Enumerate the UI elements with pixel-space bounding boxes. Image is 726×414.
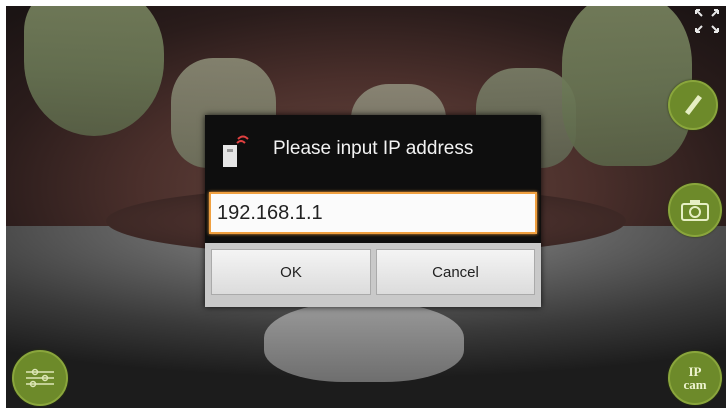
wifi-camera-icon <box>223 135 249 167</box>
ok-button[interactable]: OK <box>211 249 371 295</box>
dialog-button-bar: OK Cancel <box>205 243 541 307</box>
ip-address-input[interactable]: 192.168.1.1 <box>209 192 537 234</box>
dialog-title: Please input IP address <box>273 138 474 159</box>
ip-camera-button[interactable]: IP cam <box>668 351 722 405</box>
pen-button[interactable] <box>668 80 718 130</box>
cancel-button[interactable]: Cancel <box>376 249 535 295</box>
dialog-header: Please input IP address <box>205 115 541 185</box>
background-tooth <box>24 6 164 136</box>
background-tooth <box>562 6 692 166</box>
ip-address-dialog: Please input IP address 192.168.1.1 OK C… <box>205 115 541 307</box>
background-tooth <box>264 302 464 382</box>
ipcam-label-bottom: cam <box>683 377 707 392</box>
settings-button[interactable] <box>12 350 68 406</box>
pen-icon <box>685 95 702 115</box>
settings-icon <box>26 368 54 388</box>
camera-icon <box>681 200 709 221</box>
camera-button[interactable] <box>668 183 722 237</box>
fullscreen-toggle-icon[interactable] <box>692 6 722 36</box>
